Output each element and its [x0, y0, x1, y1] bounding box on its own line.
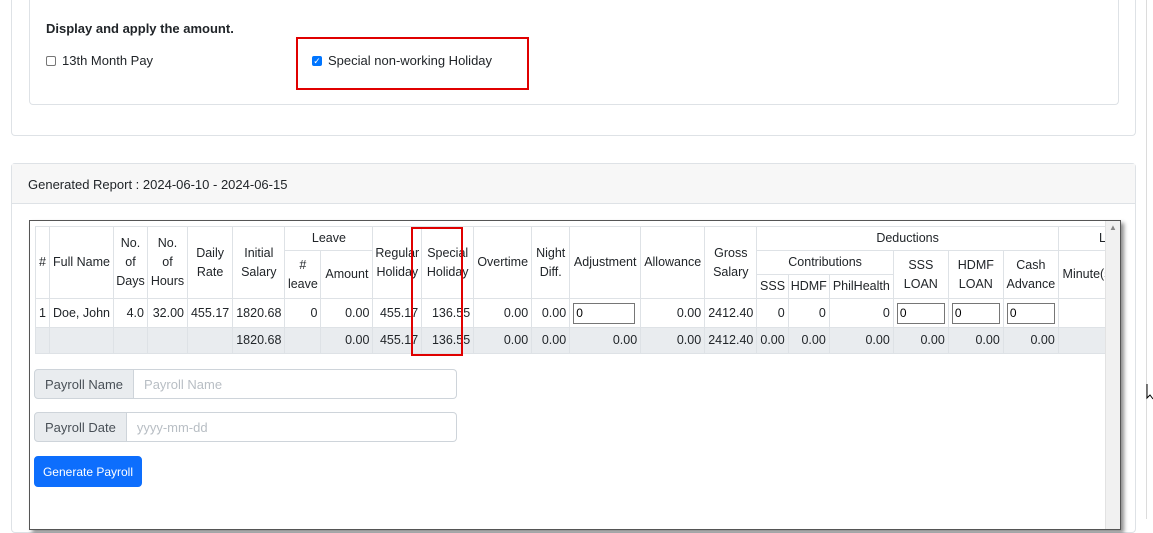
payroll-name-input[interactable]: [134, 369, 458, 399]
total-adjustment: 0.00: [569, 327, 642, 354]
total-sss: 0.00: [756, 327, 789, 354]
cash-advance-input[interactable]: [1006, 302, 1055, 324]
payroll-name-group: Payroll Name: [34, 369, 458, 399]
total-hdmf: 0.00: [787, 327, 830, 354]
col-overtime: Overtime: [473, 226, 533, 299]
payroll-date-label: Payroll Date: [34, 412, 127, 442]
cell-cash-advance: [1002, 298, 1059, 328]
col-full-name: Full Name: [49, 226, 114, 299]
total-sss-loan: 0.00: [892, 327, 949, 354]
report-table: # Full Name No. of Days No. of Hours Daily Ra…: [35, 226, 1119, 354]
cell-index: 1: [35, 298, 50, 328]
payroll-date-input[interactable]: [126, 412, 457, 442]
table-scrollbar[interactable]: ▲: [1105, 221, 1120, 529]
total-hdmf-loan: 0.00: [947, 327, 1004, 354]
col-daily-rate: Daily Rate: [186, 226, 234, 299]
hdmf-loan-input[interactable]: [951, 302, 1000, 324]
scroll-up-arrow-icon[interactable]: ▲: [1109, 223, 1117, 232]
total-gross-salary: 2412.40: [704, 327, 758, 354]
col-leave-amount: Amount: [320, 250, 374, 299]
col-sss: SSS: [756, 274, 789, 299]
cell-gross-salary: 2412.40: [704, 298, 758, 328]
cell-leave-count: 0: [284, 298, 322, 328]
mouse-cursor-icon: [1146, 384, 1153, 400]
special-holiday-option-highlight: [296, 37, 529, 90]
cell-leave-amount: 0.00: [320, 298, 374, 328]
col-sss-loan: SSS LOAN: [892, 250, 949, 299]
cell-no-hours: 32.00: [146, 298, 188, 328]
total-initial-salary: 1820.68: [232, 327, 286, 354]
options-inner-panel: Display and apply the amount. 13th Month…: [29, 0, 1119, 105]
cell-hdmf: 0: [787, 298, 830, 328]
col-contributions-group: Contributions: [756, 250, 894, 275]
total-night-diff: 0.00: [531, 327, 571, 354]
totals-row: 1820.68 0.00 455.17 136.55 0.00 0.00 0.0…: [35, 327, 1119, 354]
col-deductions-group: Deductions: [756, 226, 1059, 251]
col-allowance: Allowance: [640, 226, 706, 299]
col-index: #: [35, 226, 50, 299]
col-hdmf-loan: HDMF LOAN: [947, 250, 1004, 299]
cell-allowance: 0.00: [640, 298, 706, 328]
cell-full-name: Doe, John: [49, 298, 114, 328]
sss-loan-input[interactable]: [896, 302, 945, 324]
report-card: Generated Report : 2024-06-10 - 2024-06-…: [11, 163, 1136, 533]
cell-sss-loan: [892, 298, 949, 328]
cell-hdmf-loan: [947, 298, 1004, 328]
col-cash-advance: Cash Advance: [1002, 250, 1059, 299]
col-leave-group: Leave: [284, 226, 374, 251]
col-initial-salary: Initial Salary: [232, 226, 286, 299]
cell-overtime: 0.00: [473, 298, 533, 328]
page-scrollbar[interactable]: [1146, 0, 1153, 519]
table-row: 1 Doe, John 4.0 32.00 455.17 1820.68 0 0…: [35, 298, 1119, 328]
thirteenth-month-label: 13th Month Pay: [62, 53, 154, 68]
cell-sss: 0: [756, 298, 789, 328]
total-overtime: 0.00: [473, 327, 533, 354]
cell-night-diff: 0.00: [531, 298, 571, 328]
options-card: Display and apply the amount. 13th Month…: [11, 0, 1136, 136]
total-cash-advance: 0.00: [1002, 327, 1059, 354]
col-no-days: No. of Days: [112, 226, 148, 299]
checkbox-unchecked-icon[interactable]: [46, 55, 56, 66]
total-leave-amount: 0.00: [320, 327, 374, 354]
col-adjustment: Adjustment: [569, 226, 642, 299]
payroll-name-label: Payroll Name: [34, 369, 135, 399]
cell-adjustment: [569, 298, 642, 328]
cell-no-days: 4.0: [112, 298, 148, 328]
cell-philhealth: 0: [828, 298, 894, 328]
col-no-hours: No. of Hours: [146, 226, 188, 299]
payroll-date-group: Payroll Date: [34, 412, 457, 442]
thirteenth-month-checkbox[interactable]: 13th Month Pay: [46, 53, 153, 68]
col-hdmf: HDMF: [787, 274, 830, 299]
options-title: Display and apply the amount.: [46, 21, 234, 36]
col-night-diff: Night Diff.: [531, 226, 571, 299]
col-leave-count: # leave: [284, 250, 322, 299]
total-allowance: 0.00: [640, 327, 706, 354]
cell-daily-rate: 455.17: [186, 298, 234, 328]
col-philhealth: PhilHealth: [828, 274, 894, 299]
adjustment-input[interactable]: [573, 302, 636, 324]
report-header: Generated Report : 2024-06-10 - 2024-06-…: [12, 164, 1135, 204]
generate-payroll-button[interactable]: Generate Payroll: [34, 456, 142, 487]
cell-initial-salary: 1820.68: [232, 298, 286, 328]
total-philhealth: 0.00: [828, 327, 894, 354]
col-gross-salary: Gross Salary: [704, 226, 758, 299]
special-holiday-column-highlight: [411, 227, 463, 356]
